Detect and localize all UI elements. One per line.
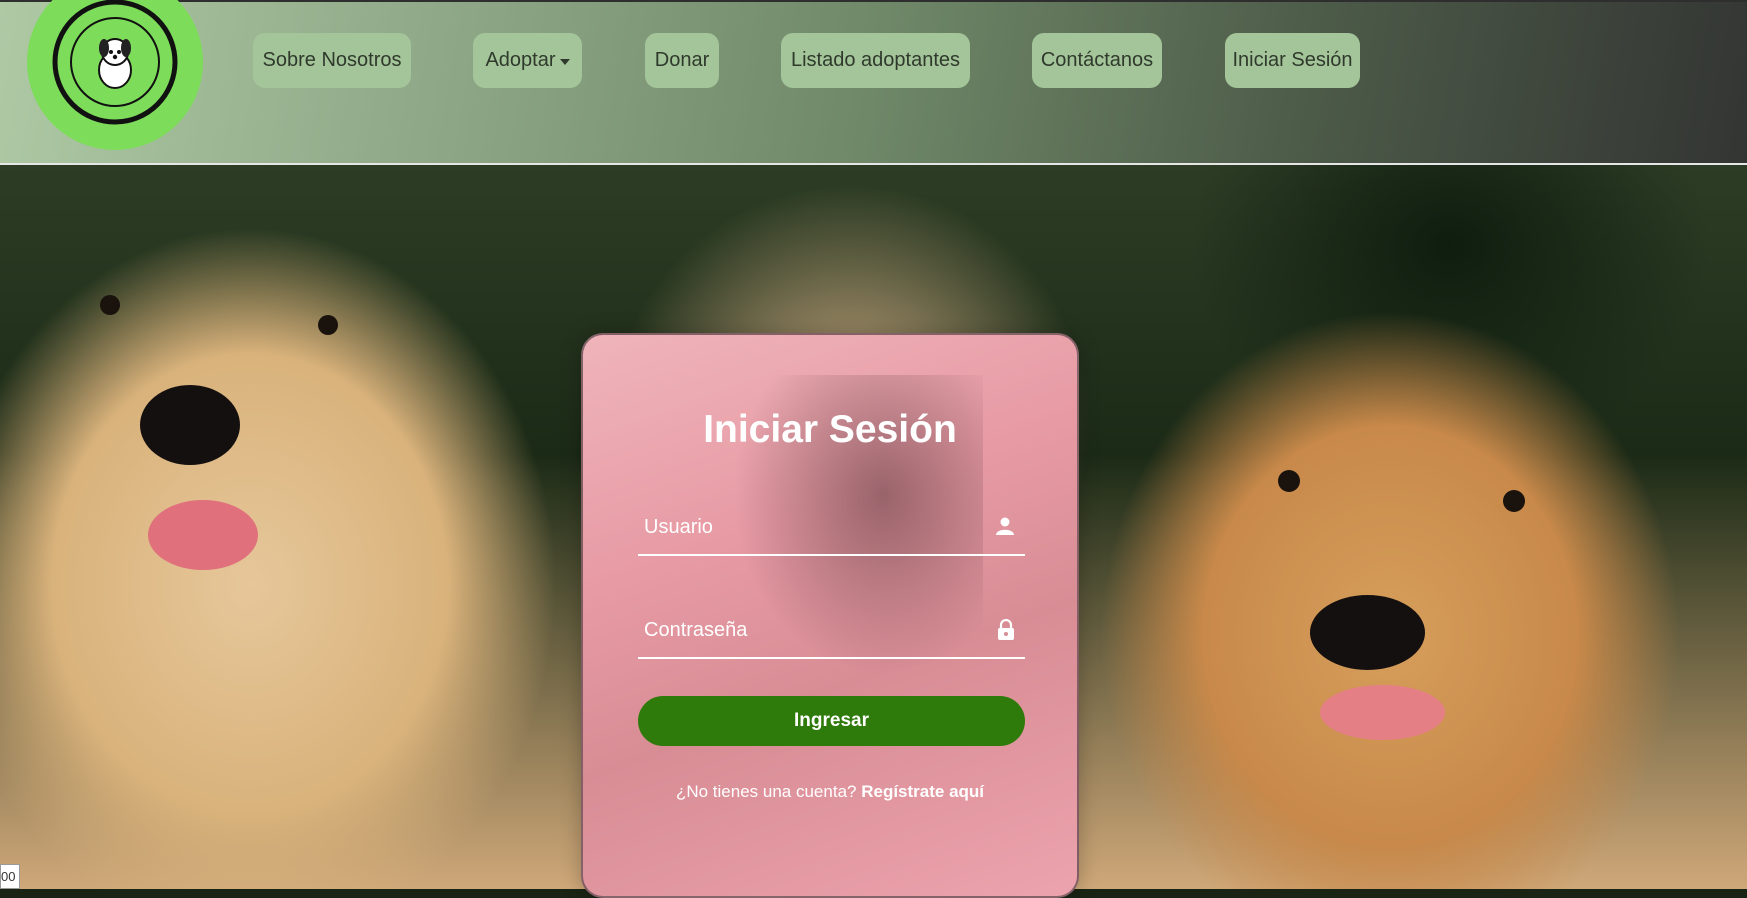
- login-card: Iniciar Sesión Ingresar ¿No tienes una c…: [581, 333, 1079, 898]
- nav-login-label: Iniciar Sesión: [1232, 49, 1353, 71]
- puppy-eye: [1278, 470, 1300, 492]
- caret-down-icon: [559, 58, 570, 65]
- nav-contact-label: Contáctanos: [1040, 49, 1154, 71]
- nav-donate-button[interactable]: Donar: [645, 33, 719, 88]
- login-title: Iniciar Sesión: [703, 408, 957, 451]
- puppy-tongue: [1320, 685, 1445, 740]
- nav-donate-label: Donar: [654, 49, 710, 71]
- puppy-nose: [140, 385, 240, 465]
- navbar: Sobre Nosotros Adoptar Donar Listado ado…: [0, 0, 1747, 165]
- dog-icon: [98, 38, 132, 89]
- register-prompt: ¿No tienes una cuenta? Regístrate aquí: [583, 782, 1077, 802]
- password-input[interactable]: [638, 603, 1025, 657]
- nav-about-label: Sobre Nosotros: [262, 49, 402, 71]
- login-submit-button[interactable]: Ingresar: [638, 696, 1025, 746]
- puppy-tongue: [148, 500, 258, 570]
- nav-adopters-label: Listado adoptantes: [790, 49, 961, 71]
- brand-logo[interactable]: [27, 0, 203, 150]
- puppy-eye: [1503, 490, 1525, 512]
- puppy-nose: [1310, 595, 1425, 670]
- username-input[interactable]: [638, 500, 1025, 554]
- logo-emblem: [52, 0, 178, 125]
- puppy-eye: [100, 295, 120, 315]
- user-icon: [995, 516, 1015, 541]
- lock-icon: [997, 618, 1015, 646]
- nav-adopt-dropdown[interactable]: Adoptar: [473, 33, 582, 88]
- username-field: [638, 500, 1025, 556]
- nav-adopters-button[interactable]: Listado adoptantes: [781, 33, 970, 88]
- nav-adopt-label: Adoptar: [485, 49, 556, 71]
- puppy-eye: [318, 315, 338, 335]
- password-field: [638, 603, 1025, 659]
- register-link[interactable]: Regístrate aquí: [861, 782, 984, 801]
- nav-login-button[interactable]: Iniciar Sesión: [1225, 33, 1360, 88]
- register-prompt-text: ¿No tienes una cuenta?: [675, 782, 857, 801]
- nav-about-button[interactable]: Sobre Nosotros: [253, 33, 411, 88]
- nav-contact-button[interactable]: Contáctanos: [1032, 33, 1162, 88]
- corner-badge: 00: [0, 864, 20, 889]
